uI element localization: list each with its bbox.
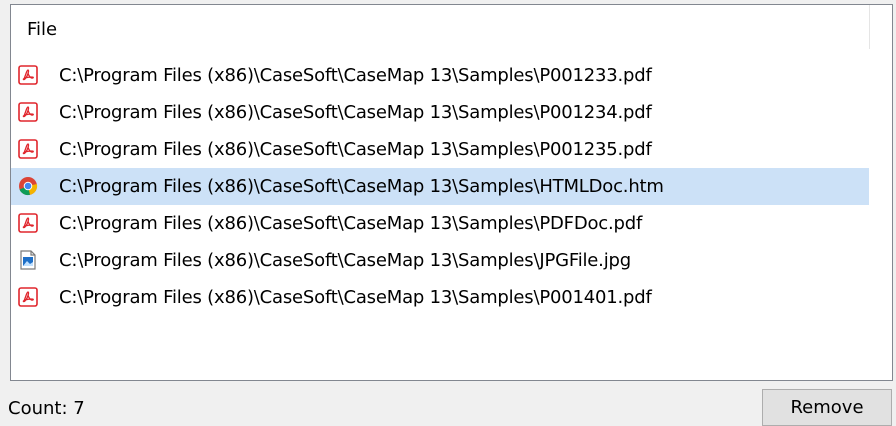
chrome-icon <box>18 176 38 196</box>
file-list[interactable]: File C:\Program Files (x86)\CaseSoft\Cas… <box>10 4 893 381</box>
file-path-label: C:\Program Files (x86)\CaseSoft\CaseMap … <box>59 65 652 86</box>
pdf-icon <box>18 102 38 122</box>
column-divider[interactable] <box>869 5 870 49</box>
list-item[interactable]: C:\Program Files (x86)\CaseSoft\CaseMap … <box>11 205 869 242</box>
count-label: Count: 7 <box>8 398 85 419</box>
list-item[interactable]: C:\Program Files (x86)\CaseSoft\CaseMap … <box>11 168 869 205</box>
file-list-rows: C:\Program Files (x86)\CaseSoft\CaseMap … <box>11 57 869 316</box>
column-header-label: File <box>27 19 58 40</box>
list-item[interactable]: C:\Program Files (x86)\CaseSoft\CaseMap … <box>11 131 869 168</box>
remove-button[interactable]: Remove <box>762 389 892 426</box>
pdf-icon <box>18 287 38 307</box>
column-header-file[interactable]: File <box>11 5 869 49</box>
list-item[interactable]: C:\Program Files (x86)\CaseSoft\CaseMap … <box>11 57 869 94</box>
file-path-label: C:\Program Files (x86)\CaseSoft\CaseMap … <box>59 287 652 308</box>
list-item[interactable]: C:\Program Files (x86)\CaseSoft\CaseMap … <box>11 279 869 316</box>
list-item[interactable]: C:\Program Files (x86)\CaseSoft\CaseMap … <box>11 242 869 279</box>
file-path-label: C:\Program Files (x86)\CaseSoft\CaseMap … <box>59 250 631 271</box>
file-path-label: C:\Program Files (x86)\CaseSoft\CaseMap … <box>59 102 652 123</box>
list-item[interactable]: C:\Program Files (x86)\CaseSoft\CaseMap … <box>11 94 869 131</box>
image-file-icon <box>18 250 38 270</box>
pdf-icon <box>18 213 38 233</box>
file-path-label: C:\Program Files (x86)\CaseSoft\CaseMap … <box>59 139 652 160</box>
pdf-icon <box>18 139 38 159</box>
file-path-label: C:\Program Files (x86)\CaseSoft\CaseMap … <box>59 176 664 197</box>
file-path-label: C:\Program Files (x86)\CaseSoft\CaseMap … <box>59 213 643 234</box>
pdf-icon <box>18 65 38 85</box>
